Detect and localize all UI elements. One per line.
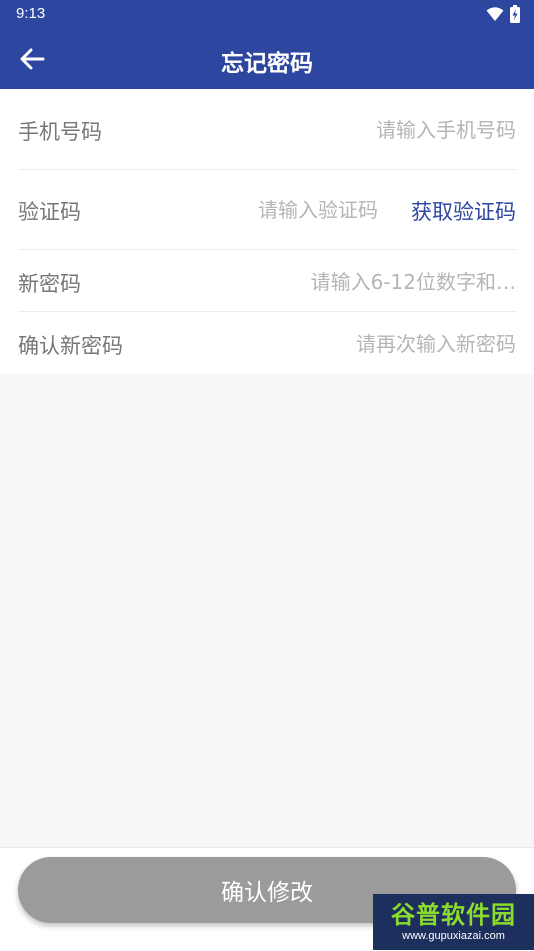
new-password-label: 新密码 [18, 272, 81, 296]
confirm-password-row: 确认新密码 [18, 311, 516, 374]
status-bar: 9:13 [0, 0, 534, 28]
phone-row: 手机号码 [18, 89, 516, 170]
new-password-input[interactable] [186, 268, 516, 296]
status-time: 9:13 [16, 5, 46, 22]
watermark-url: www.gupuxiazai.com [402, 930, 505, 942]
battery-charging-icon [510, 5, 520, 23]
wifi-icon [486, 7, 504, 21]
get-code-button[interactable]: 获取验证码 [411, 196, 516, 226]
watermark-logo: 谷普软件园 www.gupuxiazai.com [373, 894, 534, 950]
confirm-password-input[interactable] [196, 330, 516, 358]
reset-password-form: 手机号码 验证码 获取验证码 新密码 确认新密码 [0, 89, 534, 374]
watermark-title: 谷普软件园 [391, 901, 516, 929]
phone-input[interactable] [216, 116, 516, 144]
app-bar: 忘记密码 [0, 28, 534, 89]
new-password-row: 新密码 [18, 249, 516, 312]
code-label: 验证码 [18, 200, 81, 224]
phone-label: 手机号码 [18, 120, 102, 144]
confirm-password-label: 确认新密码 [18, 334, 123, 358]
page-title: 忘记密码 [221, 51, 313, 77]
status-icons [486, 4, 520, 24]
code-row: 验证码 获取验证码 [18, 169, 516, 250]
code-input[interactable] [178, 196, 378, 224]
